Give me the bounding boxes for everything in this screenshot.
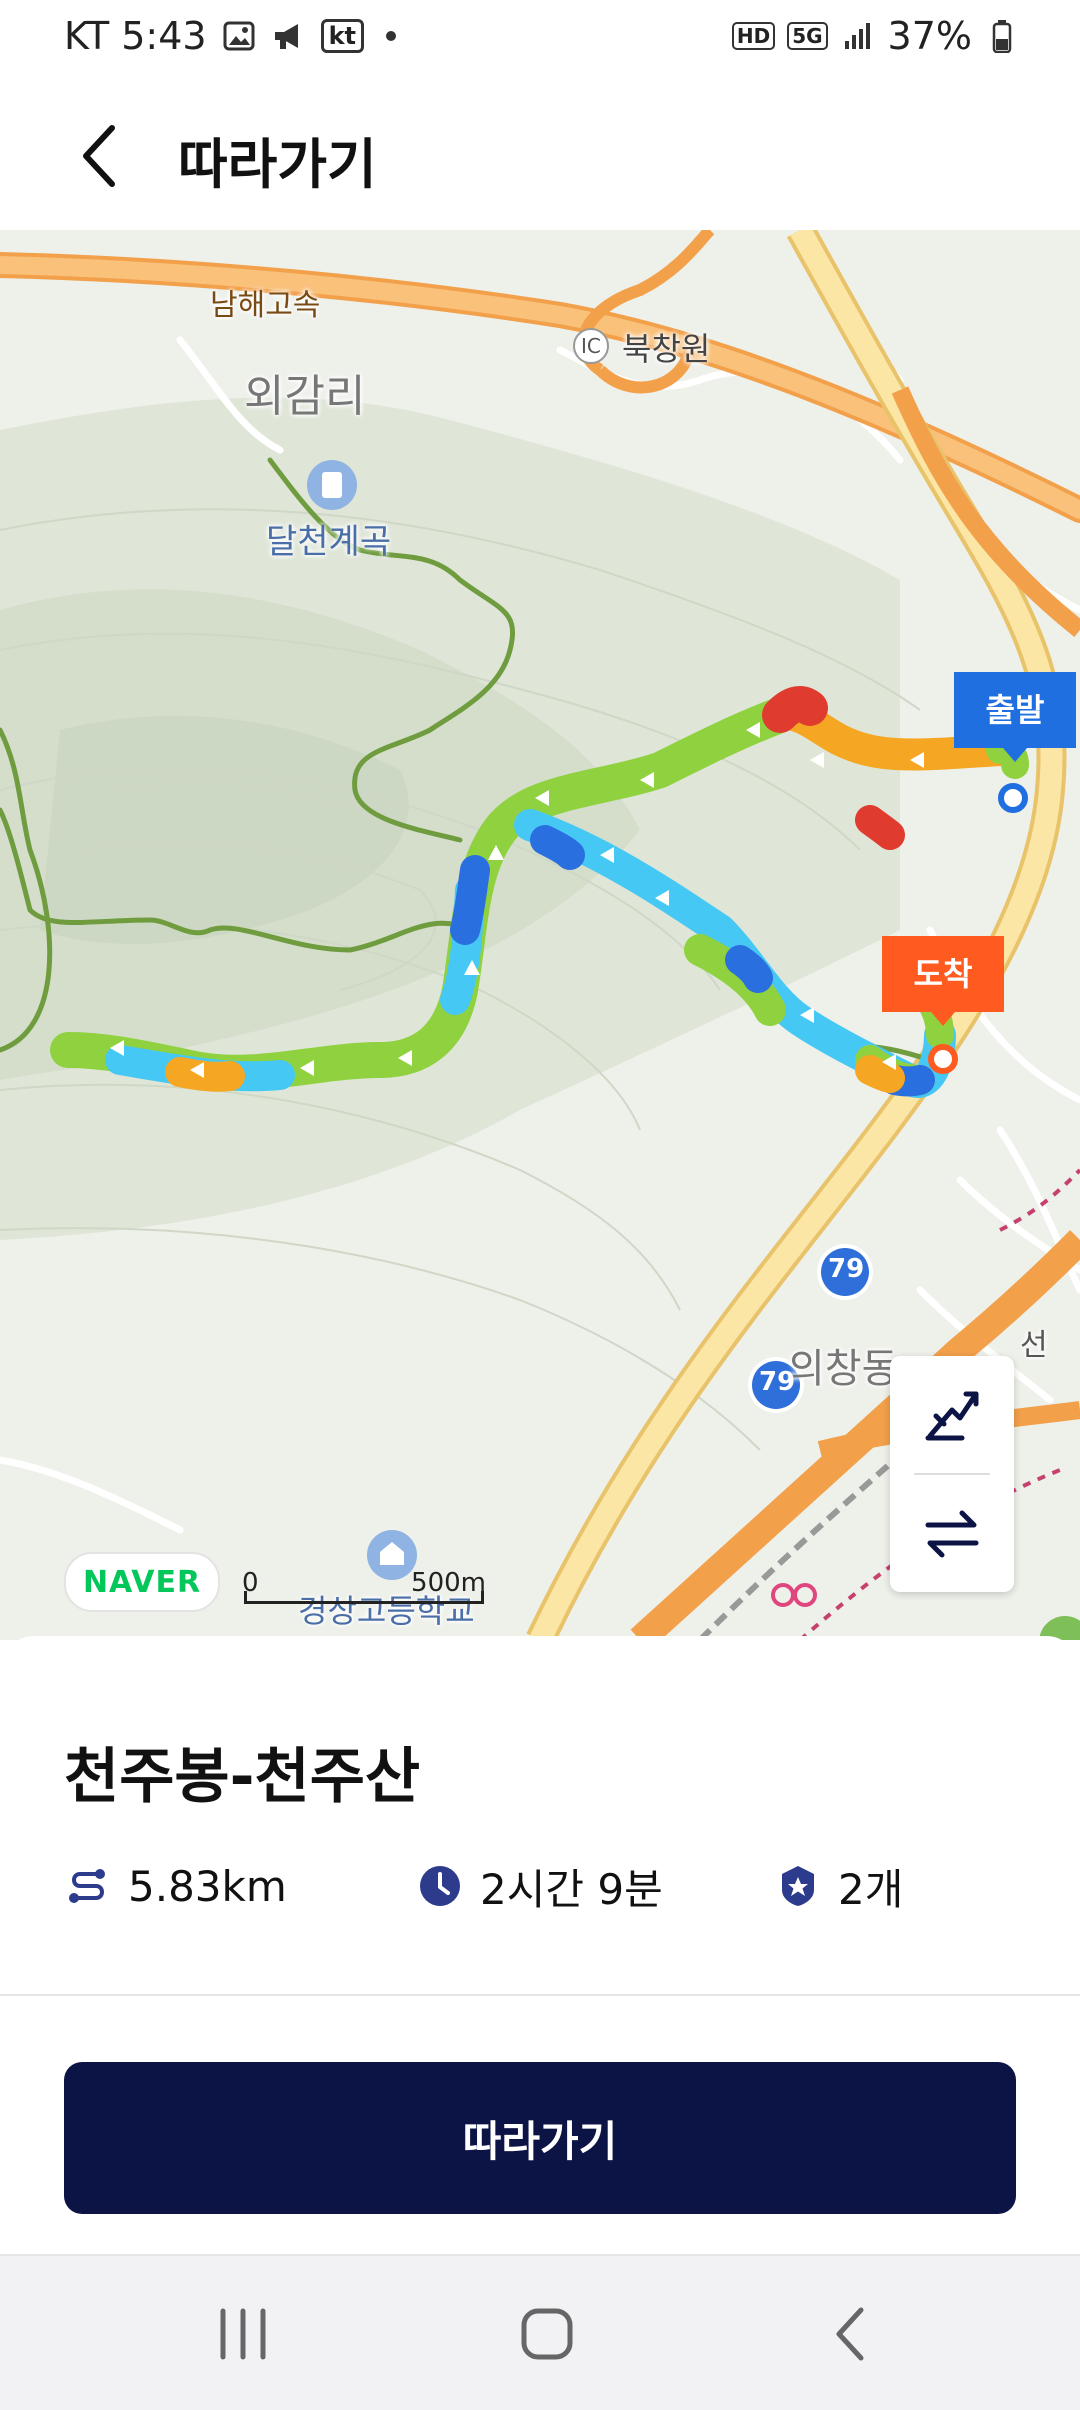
stat-duration: 2시간 9분 <box>418 1856 663 1916</box>
battery-icon <box>984 18 1020 54</box>
map-label-valley: 달천계곡 <box>266 522 392 562</box>
start-marker-tail <box>1003 748 1027 762</box>
start-marker-label: 출발 <box>985 691 1045 729</box>
status-left: KT 5:43 kt <box>64 14 397 58</box>
map-label-village: 외감리 <box>244 371 366 422</box>
system-back-button[interactable] <box>806 2294 896 2374</box>
map-label-district: 의창동 <box>788 1346 899 1392</box>
megaphone-icon <box>271 18 307 54</box>
sheet-divider <box>0 1994 1080 1996</box>
naver-logo: NAVER <box>64 1552 220 1612</box>
clock-icon <box>418 1864 462 1908</box>
distance-value: 5.83km <box>128 1861 287 1911</box>
network-5g-icon: 5G <box>787 22 828 50</box>
system-nav-bar <box>0 2254 1080 2410</box>
back-button[interactable] <box>68 118 128 194</box>
map-label-ic-name: 북창원 <box>622 330 711 368</box>
battery-percent: 37% <box>887 14 972 58</box>
start-marker[interactable]: 출발 <box>954 672 1076 762</box>
duration-value: 2시간 9분 <box>480 1864 663 1914</box>
hd-voice-icon: HD <box>731 22 776 50</box>
follow-route-button[interactable]: 따라가기 <box>64 2062 1016 2214</box>
map-scale-bar: 0 500m <box>242 1568 486 1608</box>
recent-apps-button[interactable] <box>198 2294 288 2374</box>
status-bar: KT 5:43 kt HD 5G 37% <box>0 0 1080 78</box>
scale-line <box>244 1591 484 1604</box>
map-controls <box>890 1356 1014 1592</box>
peaks-value: 2개 <box>838 1864 904 1914</box>
route-shield-79-b: 79 <box>759 1367 796 1397</box>
map-label-rail-suffix: 선 <box>1020 1328 1048 1363</box>
course-title: 천주봉-천주산 <box>64 1742 421 1812</box>
status-right: HD 5G 37% <box>731 14 1020 58</box>
stat-peaks: 2개 <box>776 1856 903 1916</box>
more-notifications-dot <box>386 31 397 41</box>
end-marker[interactable]: 도착 <box>882 936 1004 1026</box>
chevron-left-icon <box>83 125 115 187</box>
app-header: 따라가기 <box>0 78 1080 230</box>
signal-icon <box>840 18 876 54</box>
map-label-expressway: 남해고속 <box>210 288 321 323</box>
swap-direction-button[interactable] <box>890 1476 1014 1592</box>
route-distance-icon <box>66 1864 110 1908</box>
end-marker-tail <box>931 1012 955 1026</box>
swap-direction-icon <box>925 1510 979 1558</box>
recent-apps-icon <box>220 2308 266 2360</box>
kt-badge-icon: kt <box>320 19 365 53</box>
home-button[interactable] <box>502 2294 592 2374</box>
stat-distance: 5.83km <box>66 1856 287 1916</box>
trail-map[interactable]: 남해고속 IC 북창원 외감리 달천계곡 의창동 선 경상고등학교 79 79 … <box>0 230 1080 1640</box>
elevation-profile-icon <box>925 1391 979 1441</box>
route-shield-79-a: 79 <box>828 1254 865 1284</box>
status-time: KT 5:43 <box>64 14 207 58</box>
page-title: 따라가기 <box>178 133 377 196</box>
end-marker-label: 도착 <box>913 955 973 993</box>
home-icon <box>521 2308 573 2360</box>
elevation-profile-button[interactable] <box>890 1356 1014 1472</box>
back-icon <box>836 2307 864 2361</box>
gallery-notification-icon <box>221 18 257 54</box>
peak-badge-icon <box>776 1864 820 1908</box>
map-controls-divider <box>914 1473 990 1475</box>
map-ic-badge: IC <box>573 328 609 364</box>
